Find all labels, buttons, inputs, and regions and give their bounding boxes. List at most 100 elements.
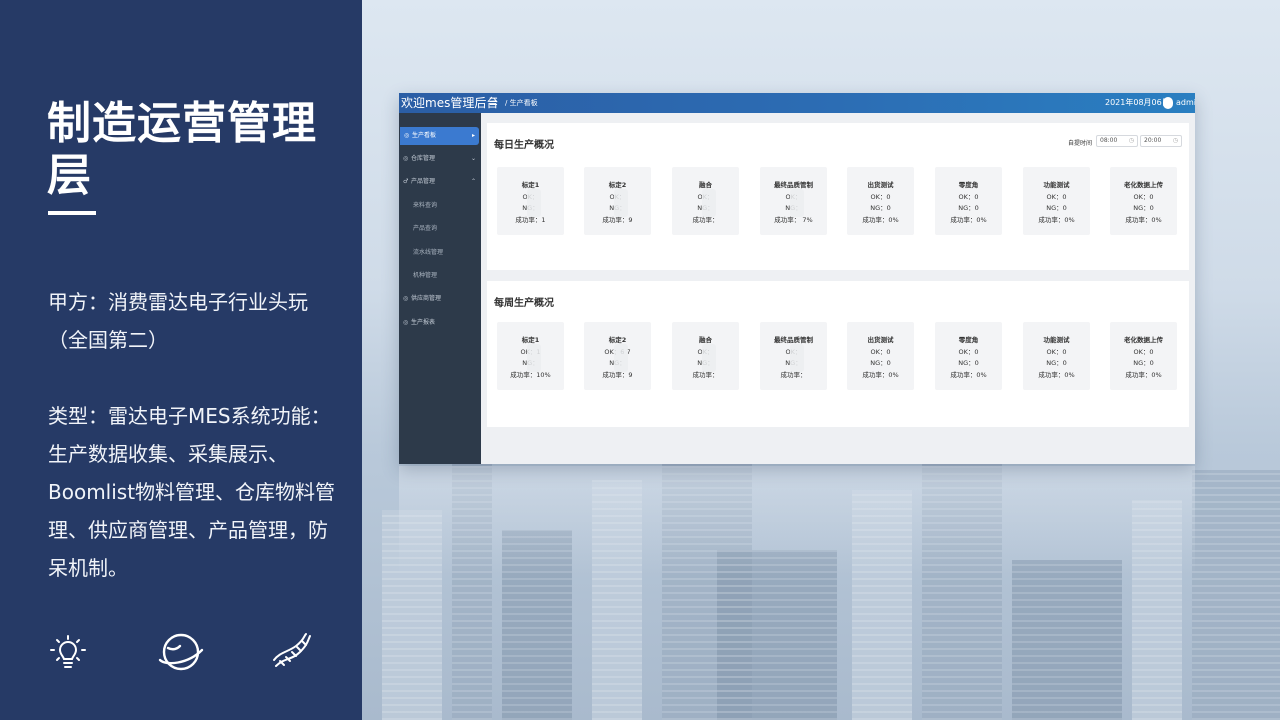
success-rate: 成功率：0% <box>1038 216 1075 224</box>
station-name: 标定2 <box>608 336 627 344</box>
sidebar-item-label: 生产报表 <box>411 319 436 326</box>
weekly-title: 每周生产概况 <box>494 298 554 309</box>
station-tile: 功能测试 OK：0 NG：0 成功率：0% <box>1023 167 1090 235</box>
station-tile: 标定2OK：6 7NG：成功率：9 <box>584 322 651 390</box>
app-sidebar: ◎ 生产看板 ▸ ◎ 仓库管理 ⌄ ♂ 产品管理 ⌃ 来料查询 产品查询 流水线… <box>399 113 481 464</box>
warehouse-icon: ◎ <box>403 155 409 162</box>
sidebar-item-product[interactable]: ♂ 产品管理 ⌃ <box>399 173 481 191</box>
station-name: 最终品质管制 <box>774 336 813 344</box>
station-name: 出货测试 <box>867 181 894 189</box>
redaction-mask <box>527 344 541 372</box>
ok-count: OK：0 <box>870 193 891 201</box>
station-tile: 功能测试 OK：0 NG：0 成功率：0% <box>1023 322 1090 390</box>
station-name: 融合 <box>699 336 712 344</box>
redaction-mask <box>614 344 628 372</box>
report-icon: ◎ <box>403 319 409 326</box>
ng-count: NG：0 <box>1046 204 1067 212</box>
supplier-icon: ◎ <box>403 295 409 302</box>
board-icon: ◎ <box>404 132 410 139</box>
sidebar-item-model-management[interactable]: 机种管理 <box>399 267 481 285</box>
sidebar-item-supplier[interactable]: ◎ 供应商管理 <box>399 290 481 308</box>
sidebar-item-label: 生产看板 <box>412 132 437 139</box>
station-name: 功能测试 <box>1043 336 1070 344</box>
success-rate: 成功率：0% <box>950 216 987 224</box>
redaction-mask <box>790 189 804 217</box>
success-rate: 成功率：0% <box>862 216 899 224</box>
station-tile: 标定1OK：NG：成功率：1 <box>497 167 564 235</box>
sidebar-item-label: 产品查询 <box>413 225 438 232</box>
station-name: 出货测试 <box>867 336 894 344</box>
ng-count: NG：0 <box>958 204 979 212</box>
station-tile: 老化数据上传 OK：0 NG：0 成功率：0% <box>1110 167 1177 235</box>
planet-icon <box>156 630 204 674</box>
ng-count: NG：0 <box>958 359 979 367</box>
sidebar-item-product-query[interactable]: 产品查询 <box>399 220 481 238</box>
chevron-down-icon: ⌄ <box>471 155 477 162</box>
station-name: 融合 <box>699 181 712 189</box>
sidebar-item-incoming-query[interactable]: 来料查询 <box>399 197 481 215</box>
success-rate: 成功率：0% <box>1038 371 1075 379</box>
clock-icon: ◷ <box>1172 137 1178 144</box>
user-name[interactable]: admin <box>1176 93 1195 113</box>
weekly-overview-card: 每周生产概况 标定1OK：1NG：成功率：10% 标定2OK：6 7NG：成功率：… <box>487 281 1189 427</box>
sidebar-item-warehouse[interactable]: ◎ 仓库管理 ⌄ <box>399 150 481 168</box>
user-avatar-icon[interactable] <box>1163 97 1173 109</box>
sidebar-item-production-board[interactable]: ◎ 生产看板 ▸ <box>400 127 479 145</box>
station-tile: 老化数据上传 OK：0 NG：0 成功率：0% <box>1110 322 1177 390</box>
header-date: 2021年08月06日 <box>1105 98 1170 107</box>
redaction-mask <box>790 344 804 372</box>
sidebar-item-line-management[interactable]: 流水线管理 <box>399 244 481 262</box>
station-tile: 最终品质管制OK：NG：成功率： 7% <box>760 167 827 235</box>
lightbulb-icon <box>46 630 90 674</box>
menu-toggle-icon[interactable]: ☰ <box>489 95 498 111</box>
station-tile: 融合OK：NG：成功率： <box>672 322 739 390</box>
ng-count: NG：0 <box>1133 204 1154 212</box>
description-paragraph: 类型：雷达电子MES系统功能：生产数据收集、采集展示、Boomlist物料管理、… <box>48 404 336 580</box>
breadcrumb: / 生产看板 <box>505 99 538 107</box>
ok-count: OK：0 <box>1046 348 1067 356</box>
start-time-input[interactable]: 08:00 ◷ <box>1096 135 1138 147</box>
station-tile: 标定1OK：1NG：成功率：10% <box>497 322 564 390</box>
client-paragraph: 甲方：消费雷达电子行业头玩（全国第二） <box>48 290 308 352</box>
station-tile: 出货测试 OK：0 NG：0 成功率：0% <box>847 322 914 390</box>
station-tile: 标定2OK：NG：成功率：9 <box>584 167 651 235</box>
app-header: 欢迎mes管理后台 ☰ / 生产看板 2021年08月06日 admin <box>399 93 1195 113</box>
ok-count: OK：0 <box>1133 193 1154 201</box>
redaction-mask <box>702 189 716 217</box>
station-name: 老化数据上传 <box>1124 181 1163 189</box>
icon-row <box>46 630 316 680</box>
station-name: 老化数据上传 <box>1124 336 1163 344</box>
ok-count: OK：0 <box>958 193 979 201</box>
station-tile: 零度角 OK：0 NG：0 成功率：0% <box>935 167 1002 235</box>
slide-title: 制造运营管理层 <box>47 98 317 201</box>
success-rate: 成功率：0% <box>862 371 899 379</box>
daily-overview-card: 每日生产概况 自提时间 08:00 ◷ 20:00 ◷ 标定1OK：NG：成功率：1… <box>487 123 1189 270</box>
success-rate: 成功率：0% <box>950 371 987 379</box>
sidebar-item-label: 来料查询 <box>413 202 438 209</box>
station-name: 零度角 <box>958 336 979 344</box>
station-tile: 零度角 OK：0 NG：0 成功率：0% <box>935 322 1002 390</box>
redaction-mask <box>702 344 716 372</box>
station-name: 标定2 <box>608 181 627 189</box>
app-main: 每日生产概况 自提时间 08:00 ◷ 20:00 ◷ 标定1OK：NG：成功率：1… <box>481 113 1195 464</box>
ng-count: NG：0 <box>870 204 891 212</box>
station-tile: 出货测试 OK：0 NG：0 成功率：0% <box>847 167 914 235</box>
window-reflection <box>399 466 1195 576</box>
left-panel: 制造运营管理层 甲方：消费雷达电子行业头玩（全国第二） 类型：雷达电子MES系统… <box>0 0 362 720</box>
start-time-value: 08:00 <box>1100 137 1118 144</box>
station-name: 标定1 <box>521 336 540 344</box>
success-rate: 成功率：0% <box>1125 216 1162 224</box>
sidebar-item-report[interactable]: ◎ 生产报表 <box>399 314 481 332</box>
app-logo[interactable]: 欢迎mes管理后台 <box>401 93 498 113</box>
end-time-input[interactable]: 20:00 ◷ <box>1140 135 1182 147</box>
ok-count: OK：0 <box>1133 348 1154 356</box>
station-tile: 融合OK：NG：成功率： <box>672 167 739 235</box>
sidebar-item-label: 供应商管理 <box>411 295 442 302</box>
ok-count: OK：0 <box>1046 193 1067 201</box>
chevron-up-icon: ⌃ <box>471 178 477 185</box>
arrow-right-icon: ▸ <box>472 132 476 139</box>
station-name: 功能测试 <box>1043 181 1070 189</box>
end-time-value: 20:00 <box>1144 137 1162 144</box>
mes-app-window: 欢迎mes管理后台 ☰ / 生产看板 2021年08月06日 admin ◎ 生… <box>399 93 1195 464</box>
product-icon: ♂ <box>403 178 409 185</box>
